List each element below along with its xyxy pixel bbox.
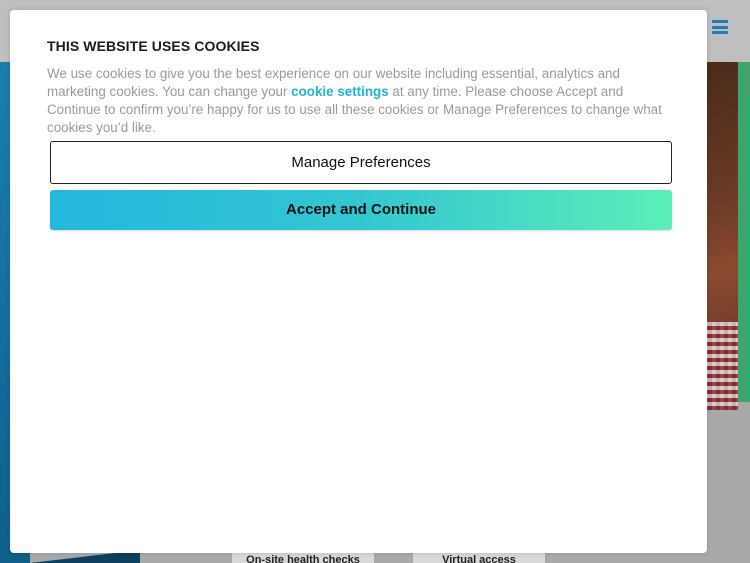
cookie-settings-link[interactable]: cookie settings [291,84,388,99]
manage-preferences-button[interactable]: Manage Preferences [50,141,672,184]
cookie-consent-modal: THIS WEBSITE USES COOKIES We use cookies… [10,10,707,553]
accept-and-continue-button[interactable]: Accept and Continue [50,190,672,230]
modal-body-text: We use cookies to give you the best expe… [47,65,677,137]
modal-title: THIS WEBSITE USES COOKIES [47,38,260,54]
hero-green-shape [738,62,750,402]
page: On-site health checks Virtual access THI… [0,0,750,563]
service-card-label: Virtual access [442,554,516,563]
service-card-label: On-site health checks [246,554,360,563]
hamburger-menu-icon[interactable] [712,20,728,34]
